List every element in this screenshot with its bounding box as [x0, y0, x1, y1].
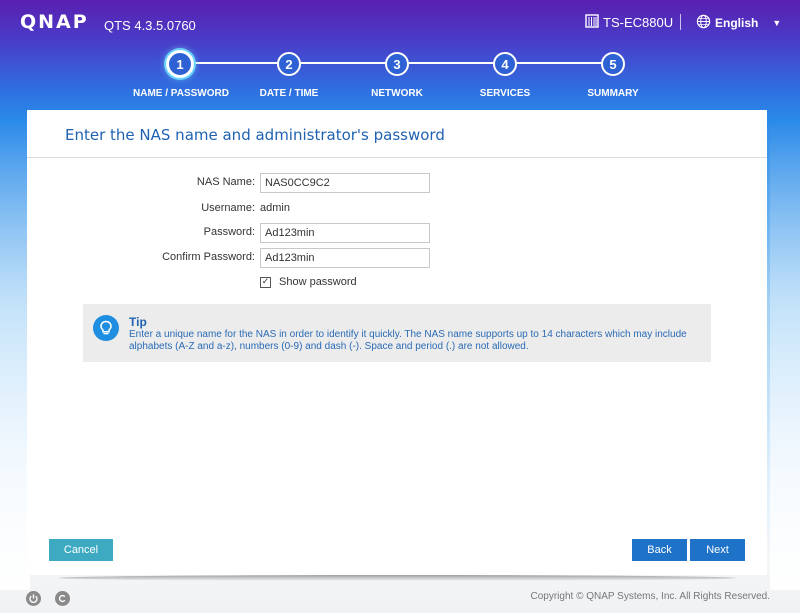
language-selector[interactable]: English ▼: [696, 14, 781, 32]
copyright-icon[interactable]: [55, 591, 70, 606]
server-icon: [585, 14, 599, 31]
heading-divider: [27, 157, 767, 158]
tip-title: Tip: [129, 315, 147, 329]
header-divider: [680, 14, 681, 30]
step-3-label: NETWORK: [371, 88, 423, 99]
username-row: Username: admin: [27, 199, 767, 219]
username-value: admin: [260, 202, 290, 214]
cancel-button[interactable]: Cancel: [49, 539, 113, 561]
confirm-password-row: Confirm Password: Ad123min: [27, 248, 767, 268]
step-1-circle: 1: [166, 50, 194, 78]
next-button[interactable]: Next: [690, 539, 745, 561]
setup-stepper: 1 NAME / PASSWORD 2 DATE / TIME 3 NETWOR…: [0, 48, 800, 108]
step-1-label: NAME / PASSWORD: [133, 88, 229, 99]
language-label: English: [715, 16, 759, 30]
tip-box: Tip Enter a unique name for the NAS in o…: [83, 304, 711, 362]
nas-name-input[interactable]: NAS0CC9C2: [260, 173, 430, 193]
power-icon[interactable]: [26, 591, 41, 606]
confirm-password-label: Confirm Password:: [162, 251, 255, 263]
back-button[interactable]: Back: [632, 539, 687, 561]
chevron-down-icon: ▼: [772, 18, 782, 28]
copyright-text: Copyright © QNAP Systems, Inc. All Right…: [530, 591, 771, 602]
device-model-label: TS-EC880U: [603, 15, 674, 30]
step-4-circle: 4: [493, 52, 517, 76]
nas-name-row: NAS Name: NAS0CC9C2: [27, 173, 767, 193]
tip-text: Enter a unique name for the NAS in order…: [129, 329, 687, 352]
qnap-logo: QNAP: [20, 11, 89, 33]
background-glow-left: [0, 120, 30, 590]
step-4-label: SERVICES: [479, 88, 531, 99]
nas-name-label: NAS Name:: [196, 176, 255, 188]
password-label: Password:: [203, 226, 255, 238]
globe-icon: [696, 14, 711, 32]
show-password-row: ✓ Show password: [260, 276, 357, 288]
password-row: Password: Ad123min: [27, 223, 767, 243]
panel-shadow: [58, 575, 736, 581]
background-glow-right: [770, 120, 800, 590]
firmware-version: QTS 4.3.5.0760: [104, 18, 196, 33]
password-input[interactable]: Ad123min: [260, 223, 430, 243]
show-password-label: Show password: [279, 276, 357, 288]
top-bar: QNAP QTS 4.3.5.0760 TS-EC880U English ▼: [0, 0, 800, 48]
confirm-password-input[interactable]: Ad123min: [260, 248, 430, 268]
device-model: TS-EC880U: [585, 14, 673, 31]
username-label: Username:: [201, 202, 255, 214]
step-2-circle: 2: [277, 52, 301, 76]
step-5-circle: 5: [601, 52, 625, 76]
wizard-panel: Enter the NAS name and administrator's p…: [27, 110, 767, 575]
lightbulb-icon: [93, 315, 119, 341]
footer-icons: [26, 591, 70, 606]
step-5-label: SUMMARY: [587, 88, 639, 99]
show-password-checkbox[interactable]: ✓: [260, 276, 271, 288]
step-3-circle: 3: [385, 52, 409, 76]
page-title: Enter the NAS name and administrator's p…: [65, 126, 445, 144]
step-2-label: DATE / TIME: [259, 88, 319, 99]
